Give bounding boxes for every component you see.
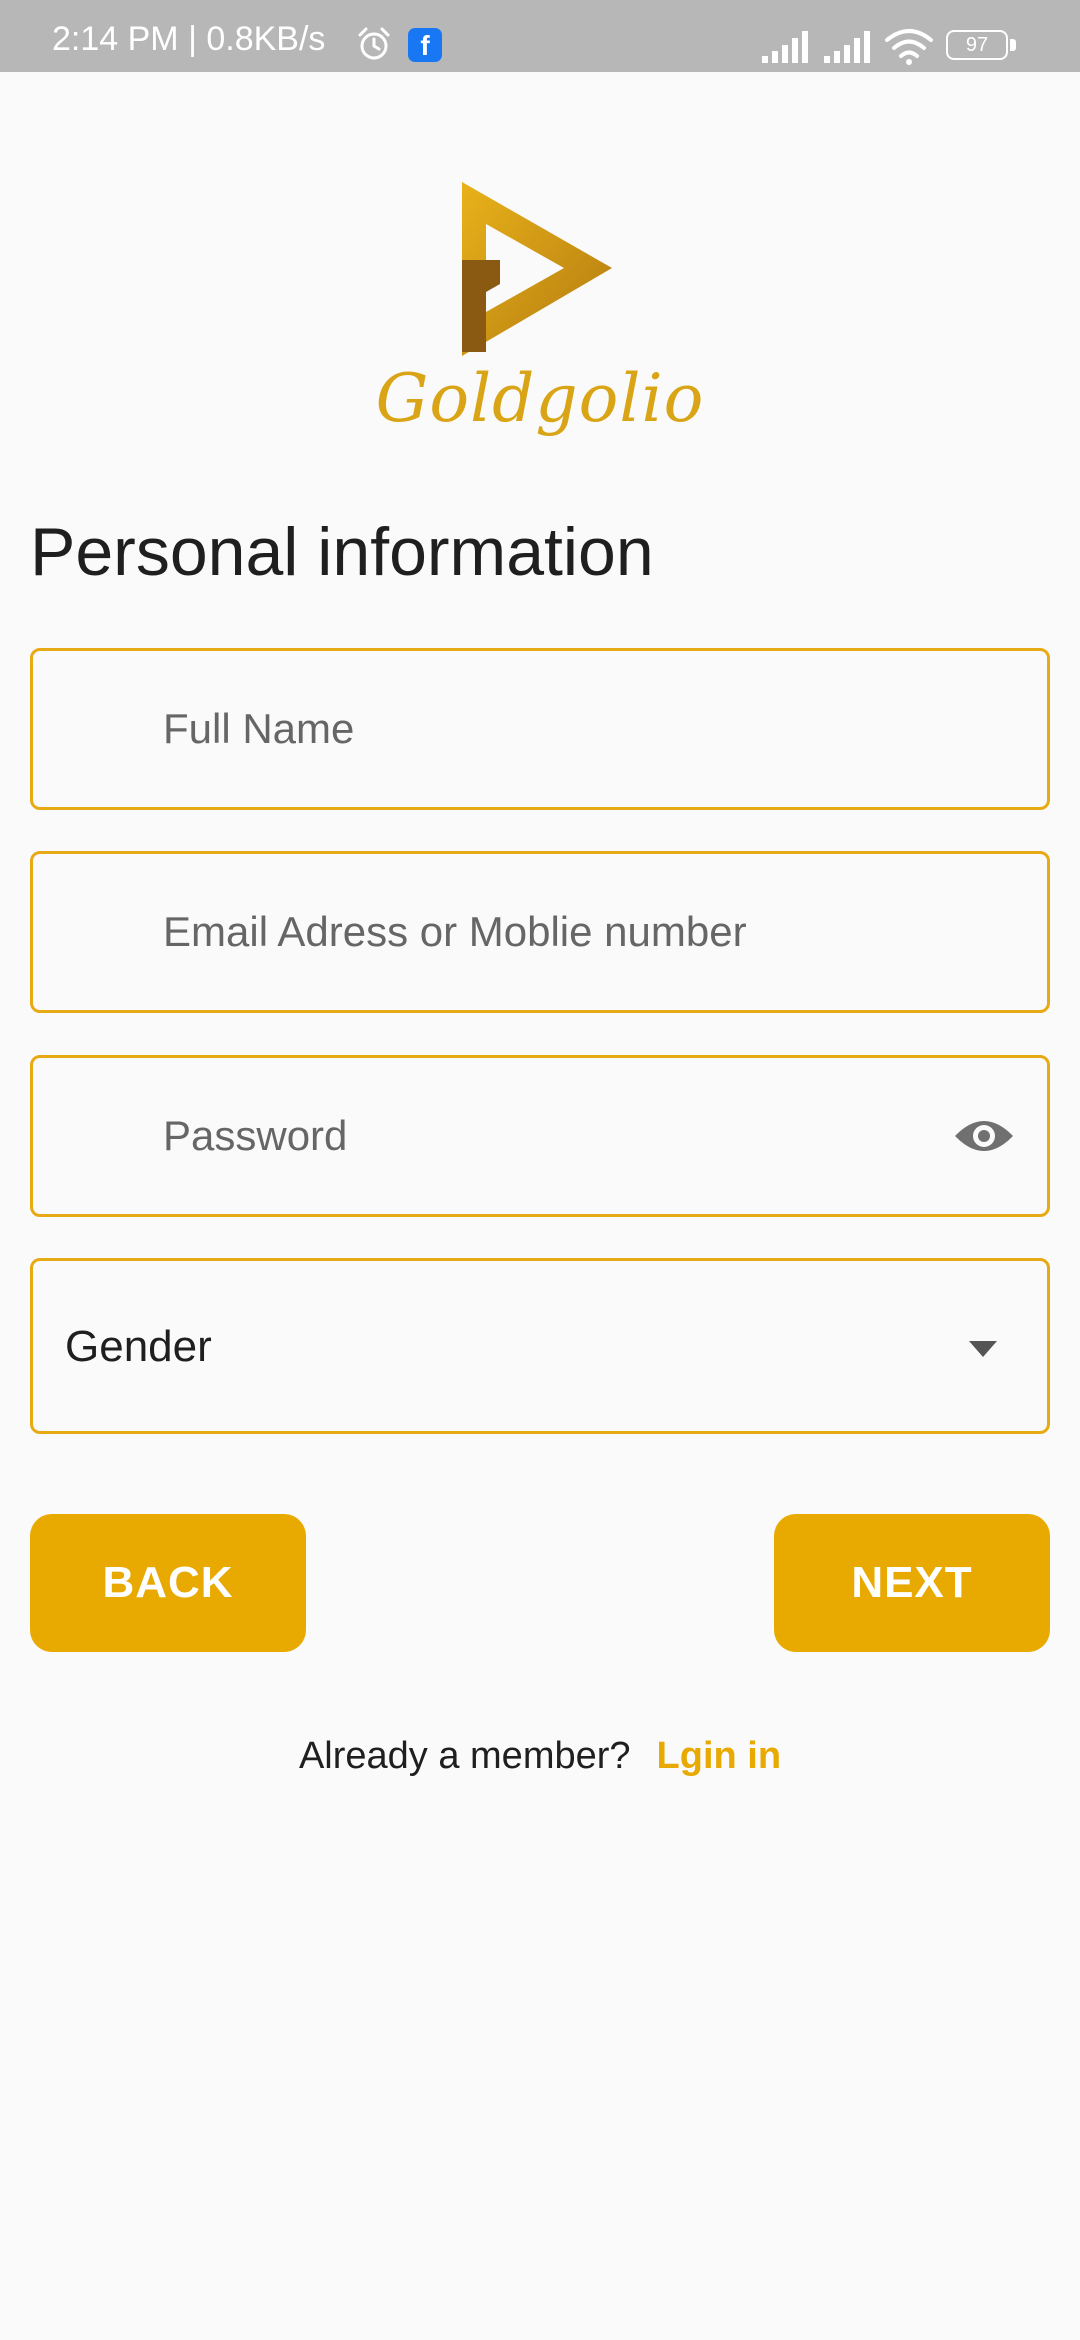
logo-wordmark: Goldgolio	[375, 360, 705, 437]
play-logo-icon	[462, 182, 612, 356]
gender-dropdown[interactable]: Gender	[30, 1258, 1050, 1434]
status-time: 2:14 PM | 0.8KB/s	[52, 20, 326, 58]
member-question: Already a member?	[298, 1735, 631, 1777]
gender-label: Gender	[65, 1322, 212, 1371]
password-input[interactable]	[163, 1058, 943, 1214]
battery-icon: 97	[946, 30, 1018, 62]
signal-icon	[762, 31, 808, 63]
login-prompt: Already a member? Lgin in	[0, 1732, 1080, 1780]
alarm-icon	[358, 27, 390, 60]
email-field[interactable]	[30, 851, 1050, 1013]
back-button[interactable]: BACK	[30, 1514, 306, 1652]
eye-icon[interactable]	[953, 1114, 1015, 1158]
facebook-icon: f	[408, 28, 442, 62]
page-title: Personal information	[30, 514, 654, 590]
next-button[interactable]: NEXT	[774, 1514, 1050, 1652]
full-name-field[interactable]	[30, 648, 1050, 810]
signal-icon	[824, 31, 870, 63]
login-link[interactable]: Lgin in	[657, 1735, 782, 1777]
password-field[interactable]	[30, 1055, 1050, 1217]
full-name-input[interactable]	[163, 651, 943, 807]
battery-level: 97	[965, 34, 989, 56]
email-input[interactable]	[163, 854, 943, 1010]
chevron-down-icon	[969, 1341, 997, 1357]
wifi-icon	[885, 29, 933, 65]
status-bar: 2:14 PM | 0.8KB/s f 97	[0, 0, 1080, 72]
